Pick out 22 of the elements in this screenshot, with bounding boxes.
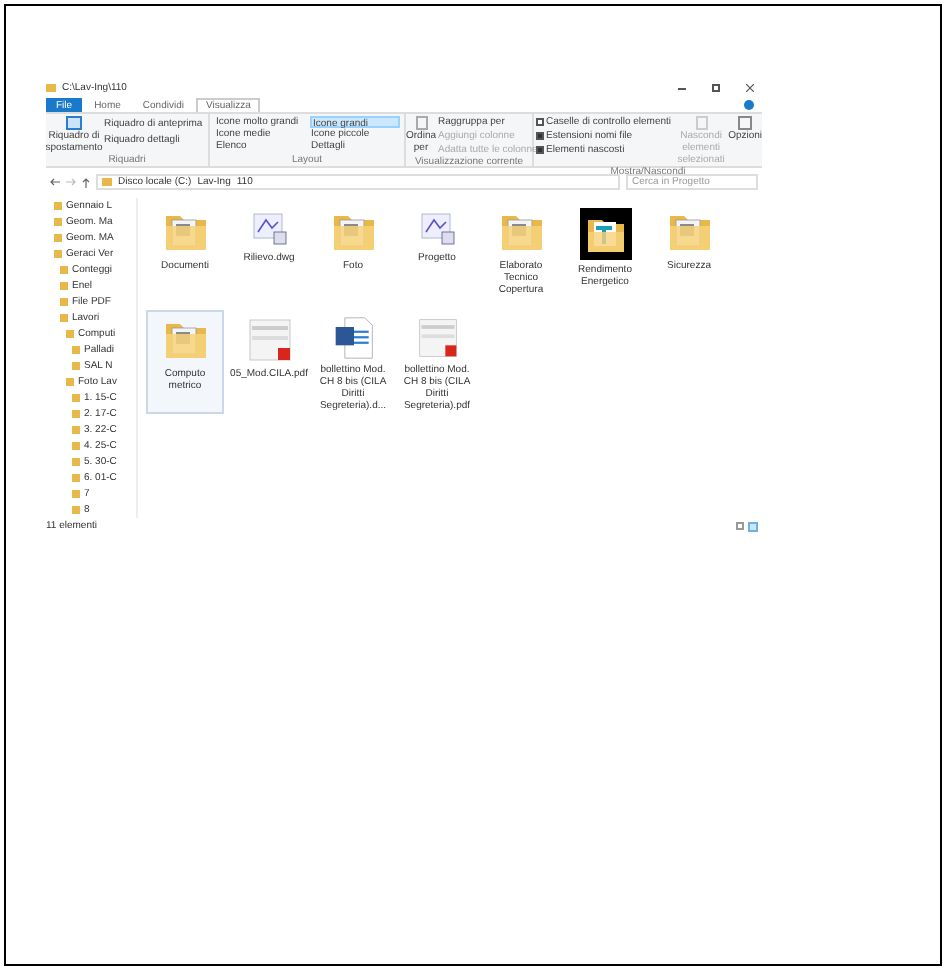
sort-icon [415, 116, 427, 130]
options-icon [738, 116, 753, 130]
folder-icon [102, 178, 112, 186]
checkbox[interactable] [536, 146, 544, 154]
help-icon[interactable] [744, 100, 754, 110]
details-view-icon[interactable] [736, 522, 744, 530]
checkbox[interactable] [536, 118, 544, 126]
minimize-icon[interactable] [678, 87, 686, 89]
hide-icon [695, 116, 708, 130]
pdf-file-icon [413, 316, 461, 360]
close-icon[interactable] [746, 84, 754, 92]
maximize-icon[interactable] [712, 84, 720, 92]
up-icon[interactable] [82, 177, 90, 187]
drawing-file-icon [415, 208, 459, 248]
word-file-icon [331, 316, 375, 360]
drawing-file-icon [247, 208, 291, 248]
pdf-file-icon [245, 316, 293, 364]
checkbox[interactable] [536, 132, 544, 140]
folder-icon [46, 84, 56, 92]
folder-icon [579, 208, 631, 260]
back-icon[interactable] [50, 178, 60, 186]
pane-icon [66, 116, 82, 130]
